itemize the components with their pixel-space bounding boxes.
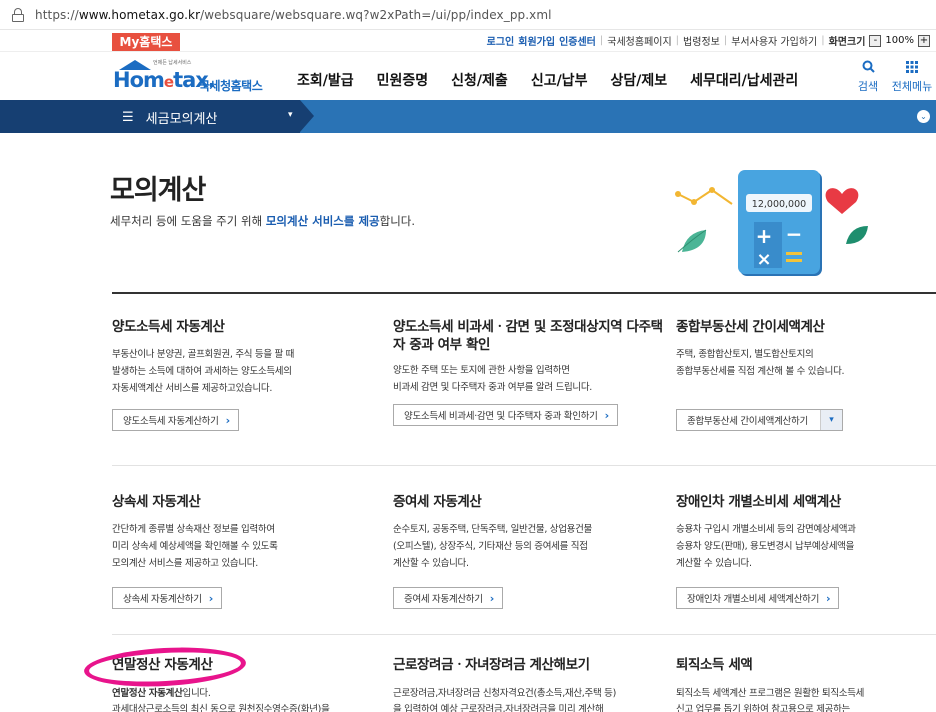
nts-homepage-link[interactable]: 국세청홈페이지	[607, 33, 671, 48]
zoom-value: 100%	[885, 35, 914, 46]
separator: |	[723, 35, 728, 46]
card-inheritance-tax: 상속세 자동계산 간단하게 종류별 상속재산 정보를 입력하여 미리 상속세 예상…	[112, 493, 372, 609]
card-description: 주택, 종합합산토지, 별도합산토지의 종합부동산세를 직접 계산해 볼 수 있습…	[676, 349, 845, 377]
card-title: 장애인차 개별소비세 세액계산	[676, 494, 841, 510]
logo-korean: 국세청홈택스	[199, 79, 263, 93]
page-description: 세무처리 등에 도움을 주기 위해 모의계산 서비스를 제공합니다.	[110, 214, 416, 228]
card-description: 부동산이나 분양권, 골프회원권, 주식 등을 팔 때 발생하는 소득에 대하여 …	[112, 349, 295, 394]
chevron-right-icon: ›	[208, 591, 214, 605]
card-work-child-incentive: 근로장려금ㆍ자녀장려금 계산해보기 근로장려금,자녀장려금 신청자격요건(총소득…	[393, 656, 663, 712]
law-info-link[interactable]: 법령정보	[683, 33, 720, 48]
all-menu-label: 전체메뉴	[891, 80, 933, 93]
card-title: 상속세 자동계산	[112, 494, 201, 510]
card-retirement-income-tax: 퇴직소득 세액 퇴직소득 세액계산 프로그램은 원활한 퇴직소득세 신고 업무를 …	[676, 656, 936, 712]
menu-civil-certificate[interactable]: 민원증명	[377, 70, 429, 90]
card-comprehensive-property-tax: 종합부동산세 간이세액계산 주택, 종합합산토지, 별도합산토지의 종합부동산세를…	[676, 318, 936, 431]
card-description: 승용차 구입시 개별소비세 등의 감면예상세액과 승용차 양도(판매), 용도변경…	[676, 524, 856, 569]
svg-text:×: ×	[756, 249, 771, 270]
exemption-check-button[interactable]: 양도소득세 비과세·감면 및 다주택자 중과 확인하기 ›	[393, 404, 618, 426]
url-text[interactable]: https://www.hometax.go.kr/websquare/webs…	[35, 8, 552, 22]
expand-icon[interactable]: ⌄	[917, 110, 930, 123]
svg-text:−: −	[786, 222, 803, 246]
sub-nav-arrow	[300, 100, 314, 132]
zoom-out-button[interactable]: -	[869, 34, 882, 47]
login-link[interactable]: 로그인	[487, 33, 515, 48]
lock-icon	[11, 7, 25, 22]
menu-application-submit[interactable]: 신청/제출	[451, 70, 508, 90]
section-divider	[112, 292, 936, 294]
my-hometax-button[interactable]: My홈택스	[112, 33, 180, 51]
transfer-tax-calc-button[interactable]: 양도소득세 자동계산하기 ›	[112, 409, 239, 431]
sub-nav-label: 세금모의계산	[145, 112, 218, 127]
all-menu-button[interactable]: 전체메뉴	[888, 60, 936, 94]
global-nav: 언제든 납세서비스 Hometax. 국세청홈택스 조회/발급 민원증명 신청/…	[0, 52, 936, 100]
vehicle-tax-calc-button[interactable]: 장애인차 개별소비세 세액계산하기 ›	[676, 587, 840, 609]
cert-center-link[interactable]: 인증센터	[559, 33, 596, 48]
chevron-right-icon: ›	[826, 591, 831, 605]
separator: |	[599, 35, 604, 46]
sub-nav-title[interactable]: ☰ 세금모의계산	[122, 108, 217, 127]
hometax-logo[interactable]: 언제든 납세서비스 Hometax. 국세청홈택스	[113, 58, 268, 94]
hamburger-icon: ☰	[122, 110, 134, 125]
zoom-in-button[interactable]: +	[918, 34, 930, 47]
svg-text:+: +	[756, 224, 773, 248]
utility-bar: My홈택스 로그인 회원가입 인증센터 | 국세청홈페이지 | 법령정보 | 부…	[0, 30, 936, 52]
chevron-right-icon: ›	[604, 408, 610, 422]
caret-down-icon[interactable]: ▾	[288, 110, 293, 120]
card-title: 근로장려금ㆍ자녀장려금 계산해보기	[393, 657, 590, 673]
menu-tax-agent[interactable]: 세무대리/납세관리	[690, 70, 798, 90]
card-description: 양도한 주택 또는 토지에 관한 사항을 입력하면 비과세 감면 및 다주택자 중…	[393, 365, 592, 393]
logo-tagline: 언제든 납세서비스	[153, 60, 192, 66]
utility-links: 로그인 회원가입 인증센터 | 국세청홈페이지 | 법령정보 | 부서사용자 가…	[485, 33, 932, 48]
card-title: 퇴직소득 세액	[676, 657, 753, 673]
row-divider	[112, 634, 936, 635]
chevron-down-icon: ▾	[819, 410, 842, 430]
card-description: 연말정산 자동계산입니다. 과세대상근로소득의 최신 동으로 원천징수영수증(화…	[112, 688, 330, 712]
page-title: 모의계산	[110, 175, 206, 206]
chevron-right-icon: ›	[225, 413, 231, 427]
search-label: 검색	[857, 80, 879, 93]
card-transfer-tax: 양도소득세 자동계산 부동산이나 분양권, 골프회원권, 주식 등을 팔 때 발생…	[112, 318, 372, 431]
card-description: 퇴직소득 세액계산 프로그램은 원활한 퇴직소득세 신고 업무를 돕기 위하여 참…	[676, 688, 865, 712]
card-title: 양도소득세 비과세ㆍ감면 및 조정대상지역 다주택자 중과 여부 확인	[393, 319, 663, 353]
card-title: 증여세 자동계산	[393, 494, 482, 510]
separator: |	[821, 35, 825, 46]
inheritance-tax-calc-button[interactable]: 상속세 자동계산하기 ›	[112, 587, 222, 609]
card-gift-tax: 증여세 자동계산 순수토지, 공동주택, 단독주택, 일반건물, 상업용건물 (오…	[393, 493, 653, 609]
row-divider	[112, 465, 936, 466]
address-bar[interactable]: https://www.hometax.go.kr/websquare/webs…	[0, 0, 936, 30]
property-tax-calc-select[interactable]: 종합부동산세 간이세액계산하기 ▾	[676, 409, 843, 431]
search-icon	[848, 60, 888, 78]
card-transfer-tax-exemption: 양도소득세 비과세ㆍ감면 및 조정대상지역 다주택자 중과 여부 확인 양도한 …	[393, 318, 663, 426]
sub-nav-bar: ☰ 세금모의계산 ▾ ⌄	[0, 100, 936, 133]
card-disabled-vehicle-tax: 장애인차 개별소비세 세액계산 승용차 구입시 개별소비세 등의 감면예상세액과…	[676, 493, 936, 609]
menu-report-payment[interactable]: 신고/납부	[531, 70, 588, 90]
card-description: 간단하게 종류별 상속재산 정보를 입력하여 미리 상속세 예상세액을 확인해볼 …	[112, 524, 278, 569]
card-title: 양도소득세 자동계산	[112, 319, 225, 335]
calculator-display: 12,000,000	[752, 199, 806, 210]
card-title: 종합부동산세 간이세액계산	[676, 319, 825, 335]
gift-tax-calc-button[interactable]: 증여세 자동계산하기 ›	[393, 587, 503, 609]
menu-inquiry-issue[interactable]: 조회/발급	[297, 70, 354, 90]
calculator-illustration: 12,000,000 + − ×	[672, 168, 877, 286]
signup-link[interactable]: 회원가입	[518, 33, 555, 48]
grid-icon	[888, 60, 936, 78]
separator: |	[675, 35, 680, 46]
menu-consult-report[interactable]: 상담/제보	[610, 70, 667, 90]
gnb-right-tools: 검색 전체메뉴	[848, 60, 936, 94]
screen-size-label: 화면크기	[828, 37, 866, 48]
card-description: 순수토지, 공동주택, 단독주택, 일반건물, 상업용건물 (오피스텔), 상장주…	[393, 524, 592, 569]
main-menu: 조회/발급 민원증명 신청/제출 신고/납부 상담/제보 세무대리/납세관리	[297, 70, 821, 90]
chevron-right-icon: ›	[489, 591, 495, 605]
dept-user-signup-link[interactable]: 부서사용자 가입하기	[731, 33, 817, 48]
card-description: 근로장려금,자녀장려금 신청자격요건(총소득,재산,주택 등) 을 입력하여 예상…	[393, 688, 616, 712]
search-button[interactable]: 검색	[848, 60, 888, 94]
